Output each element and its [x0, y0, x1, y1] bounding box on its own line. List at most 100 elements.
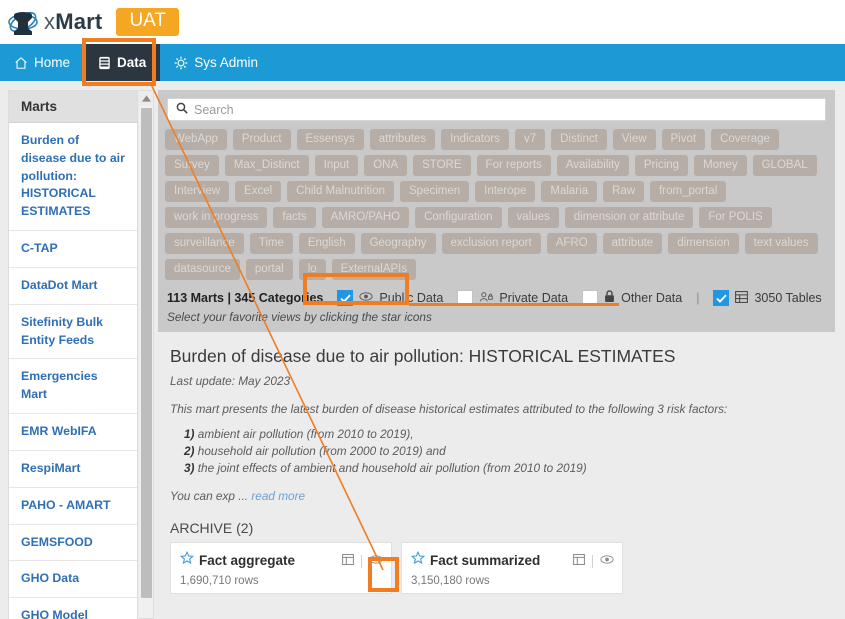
nav-item-sys-admin-label: Sys Admin	[194, 55, 259, 70]
scroll-up-arrow-icon[interactable]	[139, 91, 153, 106]
tag-chip[interactable]: Indicators	[441, 129, 509, 150]
tag-chip[interactable]: English	[298, 233, 355, 254]
star-outline-icon[interactable]	[179, 550, 195, 570]
search-input[interactable]: Search	[167, 98, 826, 121]
table-icon[interactable]	[342, 552, 354, 570]
sidebar-item-label: C-TAP	[9, 231, 137, 268]
tag-chip[interactable]: Survey	[165, 155, 219, 176]
tag-chip[interactable]: Money	[694, 155, 747, 176]
archive-section-title: ARCHIVE (2)	[170, 520, 254, 536]
sidebar-item-label: DataDot Mart	[9, 268, 137, 305]
tag-chip[interactable]: Time	[249, 233, 293, 254]
read-more-link[interactable]: read more	[251, 489, 305, 503]
tag-chip[interactable]: For reports	[476, 155, 551, 176]
nav-item-sys-admin[interactable]: Sys Admin	[160, 44, 272, 81]
sidebar-item-2[interactable]: DataDot Mart	[9, 268, 137, 305]
tag-chip[interactable]: lo	[298, 259, 326, 280]
tag-chip[interactable]: Raw	[603, 181, 645, 202]
tag-chip[interactable]: Product	[232, 129, 291, 150]
tag-chip[interactable]: work in progress	[165, 207, 268, 228]
sidebar-header: Marts	[9, 91, 137, 123]
tag-chip[interactable]: Malaria	[541, 181, 598, 202]
description-truncation: You can exp ... read more	[170, 489, 823, 503]
sidebar-item-label: GHO Data	[9, 561, 137, 599]
sidebar-item-6[interactable]: RespiMart	[9, 451, 137, 488]
tag-chip[interactable]: portal	[245, 259, 293, 280]
brand-name-prefix: x	[44, 9, 56, 34]
tag-chip[interactable]: from_portal	[650, 181, 727, 202]
tag-chip[interactable]: values	[507, 207, 559, 228]
tag-chip[interactable]: View	[612, 129, 656, 150]
eye-icon[interactable]	[369, 552, 383, 570]
sidebar-item-1[interactable]: C-TAP	[9, 231, 137, 268]
checkbox-public-data[interactable]	[337, 290, 354, 306]
sidebar-item-8[interactable]: GEMSFOOD	[9, 525, 137, 562]
tag-chip[interactable]: Max_Distinct	[224, 155, 309, 176]
tag-chip[interactable]: ExternalAPIs	[331, 259, 417, 280]
tag-chip[interactable]: attribute	[602, 233, 663, 254]
tag-chip[interactable]: Specimen	[400, 181, 470, 202]
sidebar-item-0[interactable]: Burden of disease due to air pollution: …	[9, 123, 137, 232]
card-actions	[342, 552, 383, 570]
eye-icon[interactable]	[600, 552, 614, 570]
tag-chip[interactable]: ONA	[364, 155, 408, 176]
tag-chip[interactable]: facts	[273, 207, 316, 228]
sidebar-item-9[interactable]: GHO Data	[9, 561, 137, 599]
tag-chip[interactable]: exclusion report	[441, 233, 541, 254]
sidebar-item-label: Sitefinity Bulk Entity Feeds	[9, 305, 137, 360]
search-icon	[176, 101, 188, 119]
tag-chip[interactable]: Availability	[556, 155, 629, 176]
tag-chip[interactable]: STORE	[413, 155, 471, 176]
sidebar-item-5[interactable]: EMR WebIFA	[9, 414, 137, 451]
tag-chip[interactable]: attributes	[369, 129, 436, 150]
checkbox-tables[interactable]	[713, 290, 730, 306]
tag-chip[interactable]: Excel	[235, 181, 282, 202]
scrollbar-thumb[interactable]	[141, 108, 152, 598]
tag-chip[interactable]: WebApp	[165, 129, 227, 150]
risk-factor-item: 1) ambient air pollution (from 2010 to 2…	[184, 427, 823, 441]
environment-badge: UAT	[116, 7, 180, 37]
mart-description: This mart presents the latest burden of …	[170, 402, 728, 416]
nav-item-home[interactable]: Home	[0, 44, 84, 81]
archive-card-name: Fact aggregate	[199, 553, 296, 568]
tag-chip[interactable]: Interope	[475, 181, 536, 202]
tag-chip[interactable]: dimension	[668, 233, 739, 254]
tag-chip[interactable]: dimension or attribute	[564, 207, 694, 228]
tag-chip[interactable]: Pricing	[634, 155, 689, 176]
tag-chip[interactable]: Child Malnutrition	[287, 181, 395, 202]
sidebar-item-3[interactable]: Sitefinity Bulk Entity Feeds	[9, 305, 137, 360]
nav-item-data[interactable]: Data	[84, 44, 161, 81]
tag-chip[interactable]: AFRO	[546, 233, 597, 254]
tag-chip[interactable]: Coverage	[711, 129, 779, 150]
annotation-underline-other-data	[522, 303, 619, 306]
tag-chip[interactable]: v7	[514, 129, 546, 150]
filter-tables[interactable]: 3050 Tables	[713, 290, 822, 306]
tag-chip[interactable]: Input	[314, 155, 359, 176]
tag-chip[interactable]: Interview	[165, 181, 230, 202]
risk-factor-number: 2)	[184, 444, 195, 458]
tag-chip[interactable]: Geography	[360, 233, 436, 254]
tag-chip[interactable]: AMRO/PAHO	[321, 207, 410, 228]
table-icon[interactable]	[573, 552, 585, 570]
tag-chip[interactable]: For POLIS	[699, 207, 772, 228]
sidebar-item-7[interactable]: PAHO - AMART	[9, 488, 137, 525]
tag-chip[interactable]: Distinct	[551, 129, 607, 150]
brand-name-suffix: Mart	[55, 9, 103, 34]
counts-summary: 113 Marts | 345 Categories	[167, 291, 324, 305]
star-outline-icon[interactable]	[410, 550, 426, 570]
sidebar-scrollbar[interactable]	[139, 90, 154, 619]
card-actions	[573, 552, 614, 570]
tag-chip[interactable]: Essensys	[296, 129, 364, 150]
tag-chip[interactable]: surveillance	[165, 233, 244, 254]
tag-chip[interactable]: text values	[744, 233, 818, 254]
tag-chip[interactable]: GLOBAL	[752, 155, 817, 176]
archive-card-fact-summarized[interactable]: Fact summarized 3,150,180 rows	[401, 542, 623, 594]
tag-chip[interactable]: Configuration	[415, 207, 502, 228]
tag-chip[interactable]: Pivot	[661, 129, 706, 150]
truncated-text: You can exp ...	[170, 489, 249, 503]
archive-card-fact-aggregate[interactable]: Fact aggregate 1,690,710 rows	[170, 542, 392, 594]
sidebar-item-4[interactable]: Emergencies Mart	[9, 359, 137, 415]
archive-card-name: Fact summarized	[430, 553, 541, 568]
sidebar-item-10[interactable]: GHO Model	[9, 598, 137, 619]
tag-chip[interactable]: datasource	[165, 259, 240, 280]
